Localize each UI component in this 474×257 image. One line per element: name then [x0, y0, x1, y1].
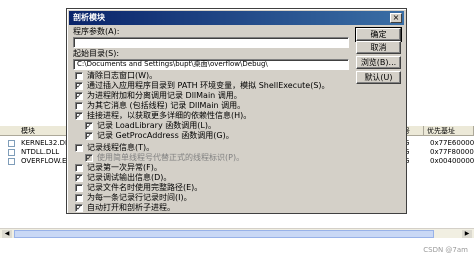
option-label: 为进程附加和分离调用记录 DllMain 调用。	[87, 91, 242, 100]
option-label: 使用简单线程号代替正式的线程标识(P)。	[97, 153, 245, 162]
option-label: 挂接进程，以获取更多详细的依赖性信息(H)。	[87, 111, 252, 120]
checkbox[interactable]: ✓	[75, 92, 83, 100]
program-params-input[interactable]	[73, 37, 349, 48]
close-button[interactable]: ×	[390, 13, 402, 23]
checkbox-disabled: ✓	[85, 154, 93, 162]
module-name: KERNEL32.DLL	[21, 139, 73, 147]
checkbox[interactable]: ✓	[75, 204, 83, 212]
option-label: 为每一条记录行记录时间(I)。	[87, 193, 192, 202]
module-file-icon	[8, 149, 15, 156]
checkbox[interactable]: ✓	[75, 174, 83, 182]
ok-button[interactable]: 确定	[355, 27, 402, 42]
checkbox[interactable]	[75, 102, 83, 110]
watermark: CSDN @7am	[423, 246, 468, 254]
checkbox[interactable]	[75, 164, 83, 172]
checkbox[interactable]	[75, 194, 83, 202]
column-header-preferred-base[interactable]: 优先基址	[424, 126, 474, 136]
dialog-title: 剖析模块	[73, 13, 105, 22]
option-label: 记录调试输出信息(D)。	[87, 173, 172, 182]
scroll-left-icon[interactable]: ◀	[2, 230, 12, 238]
horizontal-scrollbar[interactable]: ◀ ▶	[0, 228, 474, 238]
cancel-button[interactable]: 取消	[356, 41, 401, 54]
program-params-label: 程序参数(A):	[73, 27, 120, 36]
option-label: 记录线程信息(T)。	[87, 143, 155, 152]
browse-button[interactable]: 浏览(B)...	[356, 56, 401, 69]
start-dir-label: 起始目录(S):	[73, 49, 120, 58]
option-label: 清除日志窗口(W)。	[87, 71, 158, 80]
checkbox[interactable]	[75, 72, 83, 80]
scrollbar-thumb[interactable]	[14, 230, 434, 238]
option-label: 记录 LoadLibrary 函数调用(L)。	[97, 121, 216, 130]
module-file-icon	[8, 140, 15, 147]
option-label: 自动打开和剖析子进程。	[87, 203, 175, 212]
profile-module-dialog: 剖析模块 × 程序参数(A): 起始目录(S): C:\Documents an…	[66, 8, 407, 214]
module-base: 0x77E60000	[430, 139, 474, 147]
checkbox[interactable]	[75, 184, 83, 192]
option-label: 记录 GetProcAddress 函数调用(G)。	[97, 131, 234, 140]
option-label: 记录文件名时使用完整路径(E)。	[87, 183, 203, 192]
module-name: NTDLL.DLL	[21, 148, 60, 156]
start-dir-input[interactable]: C:\Documents and Settings\bupt\桌面\overfl…	[73, 59, 349, 70]
module-base: 0x77F80000	[430, 148, 474, 156]
module-file-icon	[8, 158, 15, 165]
scroll-right-icon[interactable]: ▶	[462, 230, 472, 238]
checkbox[interactable]: ✓	[85, 132, 93, 140]
checkbox[interactable]: ✓	[75, 112, 83, 120]
checkbox[interactable]: ✓	[75, 82, 83, 90]
option-label: 记录第一次异常(F)。	[87, 163, 162, 172]
defaults-button[interactable]: 默认(U)	[356, 71, 401, 84]
option-label: 为其它消息 (包括线程) 记录 DllMain 调用。	[87, 101, 246, 110]
option-label: 通过插入应用程序目录到 PATH 环境变量，模拟 ShellExecute(S)…	[87, 81, 330, 90]
module-base: 0x00400000	[430, 157, 474, 165]
checkbox[interactable]: ✓	[85, 122, 93, 130]
dialog-titlebar[interactable]: 剖析模块 ×	[69, 11, 404, 25]
checkbox[interactable]	[75, 144, 83, 152]
